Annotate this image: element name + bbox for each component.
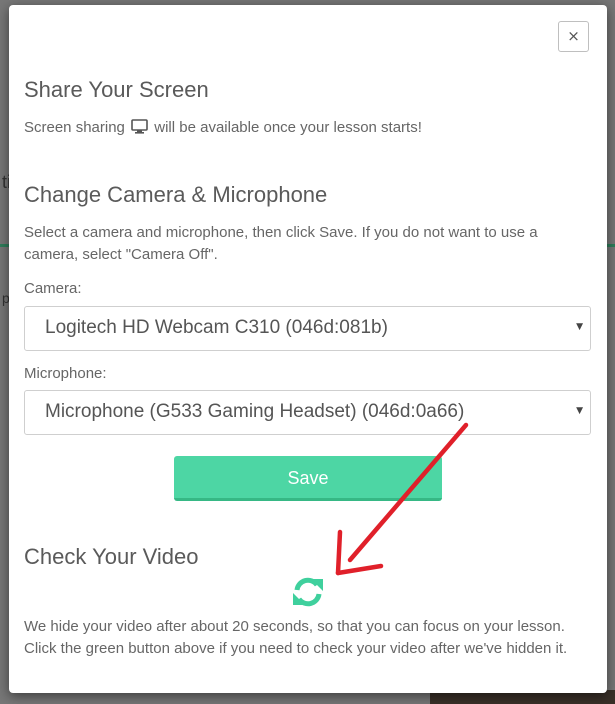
- microphone-select[interactable]: Microphone (G533 Gaming Headset) (046d:0…: [24, 390, 591, 435]
- microphone-select-value: Microphone (G533 Gaming Headset) (046d:0…: [45, 401, 465, 422]
- monitor-icon: [131, 119, 148, 134]
- chevron-down-icon: ▼: [576, 322, 583, 332]
- share-text-before: Screen sharing: [24, 119, 125, 136]
- close-button[interactable]: ×: [558, 21, 589, 52]
- camera-microphone-instructions: Select a camera and microphone, then cli…: [24, 224, 538, 263]
- camera-select-value: Logitech HD Webcam C310 (046d:081b): [45, 317, 388, 338]
- device-settings-modal: × Share Your Screen Screen sharing will …: [9, 5, 607, 693]
- camera-label: Camera:: [24, 280, 82, 297]
- camera-select[interactable]: Logitech HD Webcam C310 (046d:081b) ▼: [24, 306, 591, 351]
- check-video-text: We hide your video after about 20 second…: [24, 618, 568, 657]
- refresh-icon[interactable]: [291, 575, 325, 609]
- camera-microphone-title: Change Camera & Microphone: [24, 182, 328, 207]
- check-video-title: Check Your Video: [24, 544, 199, 569]
- share-text-after: will be available once your lesson start…: [154, 119, 422, 136]
- microphone-label: Microphone:: [24, 365, 107, 382]
- chevron-down-icon: ▼: [576, 406, 583, 416]
- share-screen-title: Share Your Screen: [24, 77, 209, 102]
- save-button[interactable]: Save: [174, 456, 442, 501]
- share-screen-text: Screen sharing will be available once yo…: [24, 117, 422, 139]
